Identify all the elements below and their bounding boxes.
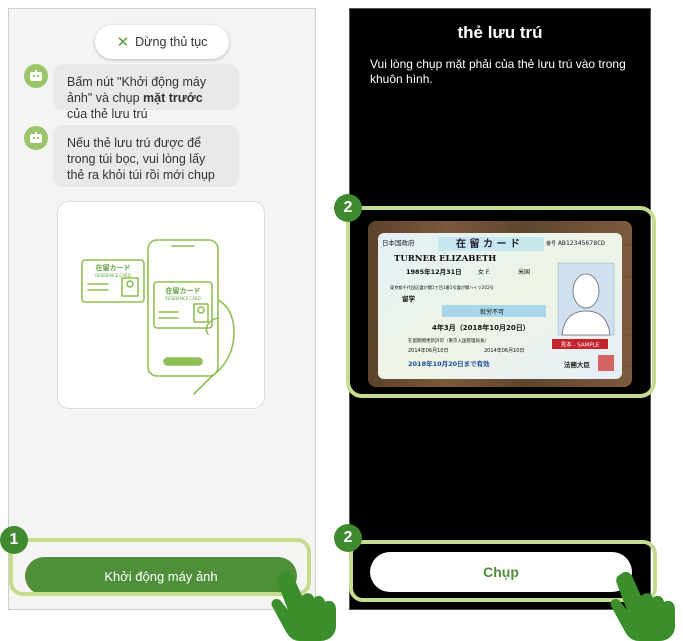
tap-hand-icon [610, 571, 675, 641]
bot-avatar-icon [24, 64, 48, 88]
tap-hand-icon [271, 571, 336, 641]
highlight-start-button [9, 538, 311, 596]
illus-phone-card-jp: 在留カード [166, 286, 201, 295]
step-badge-2-card: 2 [334, 194, 362, 222]
highlight-camera-frame [346, 206, 656, 398]
chat-message-1: Bấm nút "Khởi động máy ảnh" và chụp mặt … [53, 64, 239, 121]
illus-phone-card-en: RESIDENCE CARD [165, 296, 201, 301]
illus-card-jp: 在留カード [96, 263, 131, 272]
stop-procedure-label: Dừng thủ tục [135, 35, 208, 49]
msg1-text-end: của thẻ lưu trú [67, 107, 148, 121]
illus-card-en: RESIDENCE CARD [95, 273, 131, 278]
screen-title: thẻ lưu trú [457, 23, 543, 42]
step-badge-1: 1 [0, 526, 28, 554]
chat-message-2: Nếu thẻ lưu trú được để trong túi bọc, v… [53, 125, 239, 187]
capture-instruction: Vui lòng chụp mặt phải của thẻ lưu trú v… [370, 57, 626, 86]
stop-procedure-button[interactable]: ✕ Dừng thủ tục [95, 25, 229, 59]
close-icon: ✕ [116, 33, 130, 51]
step-badge-2-button: 2 [334, 524, 362, 552]
bot-avatar-icon [24, 126, 48, 150]
msg1-bold: mặt trước [143, 91, 203, 105]
card-illustration: 在留カード RESIDENCE CARD 在留カード RESIDENCE CAR… [57, 201, 265, 409]
phone-screen-start: ✕ Dừng thủ tục Bấm nút "Khởi động máy ản… [8, 8, 316, 610]
